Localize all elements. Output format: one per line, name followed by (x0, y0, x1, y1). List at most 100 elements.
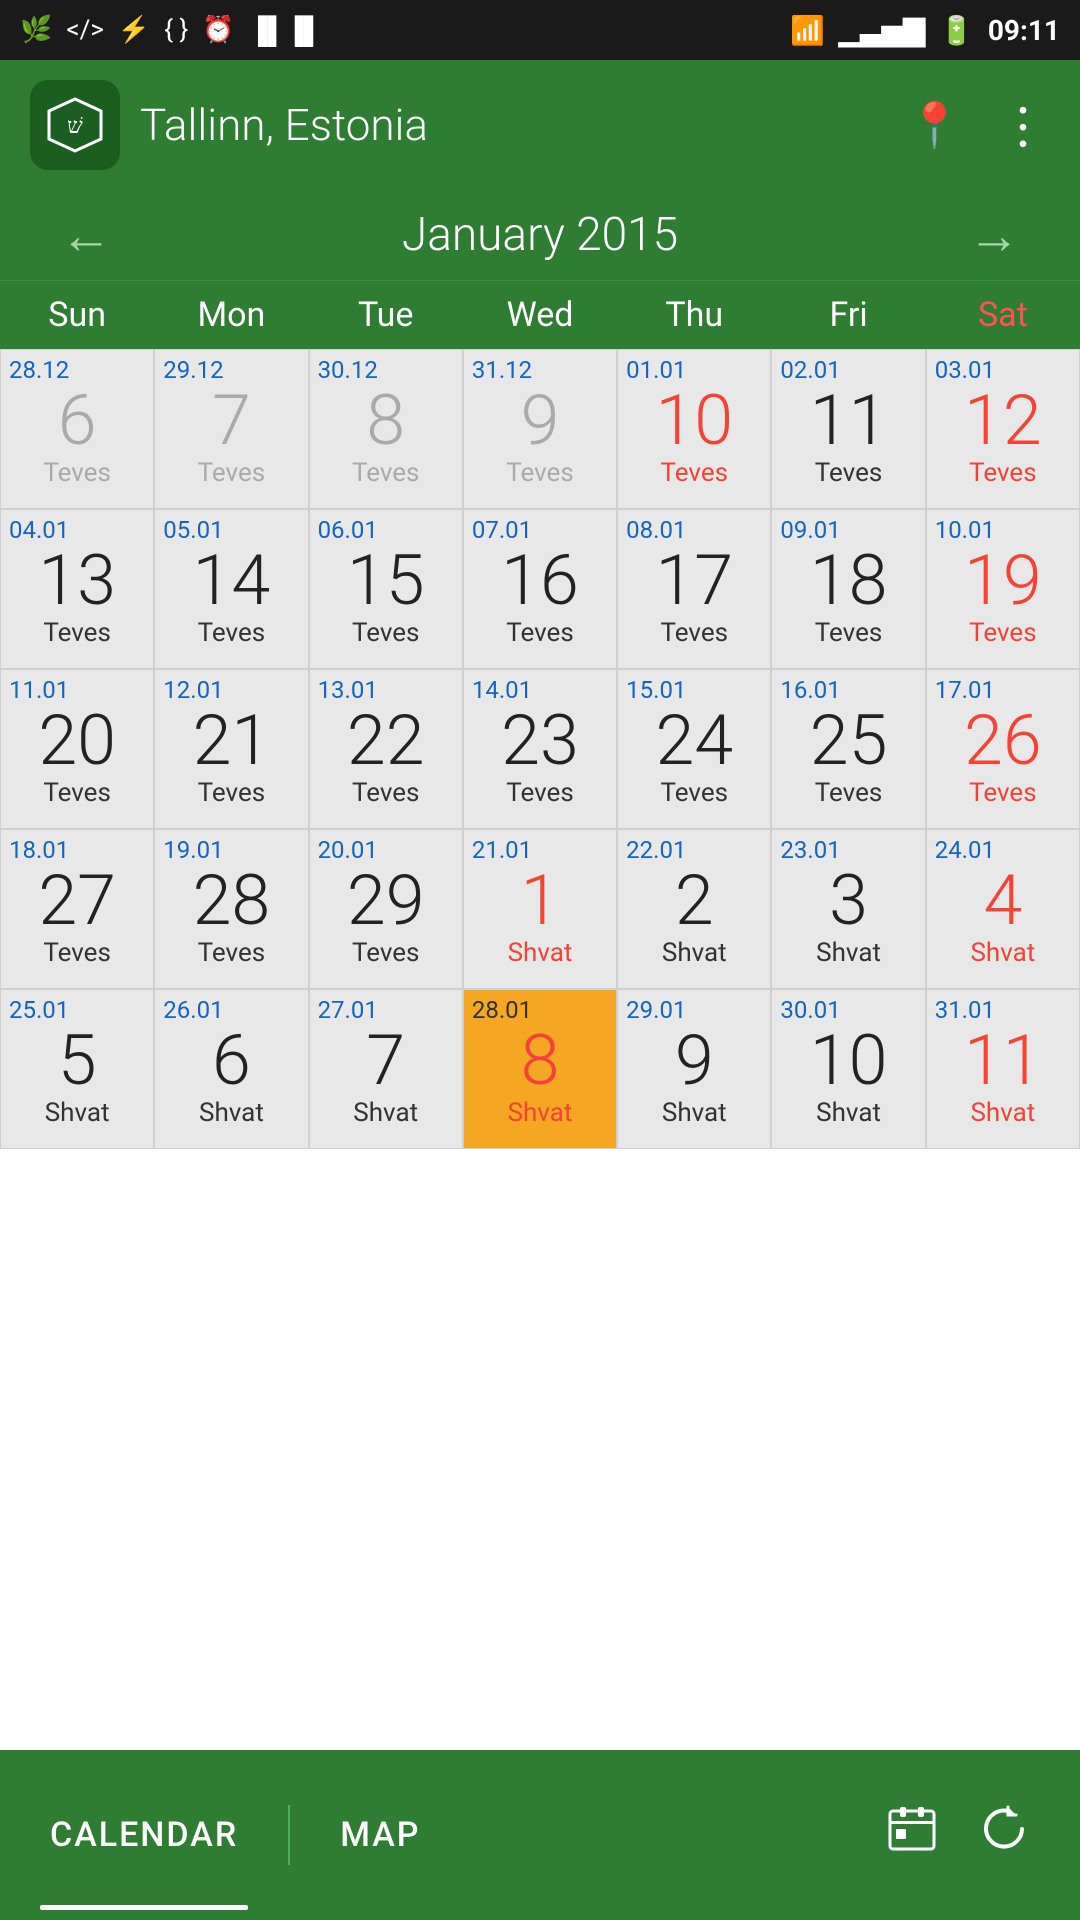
cal-cell[interactable]: 30.128Teves (309, 349, 463, 509)
main-date-number: 14 (193, 546, 271, 616)
cal-cell[interactable]: 14.0123Teves (463, 669, 617, 829)
cal-cell[interactable]: 29.019Shvat (617, 989, 771, 1149)
hebrew-month-label: Teves (815, 618, 883, 648)
cal-cell[interactable]: 23.013Shvat (771, 829, 925, 989)
month-year-label: January 2015 (132, 208, 948, 262)
hebrew-month-label: Shvat (508, 938, 573, 968)
main-date-number: 9 (521, 386, 560, 456)
hebrew-month-label: Teves (198, 458, 266, 488)
hebrew-month-label: Shvat (199, 1098, 264, 1128)
hebrew-month-label: Teves (352, 618, 420, 648)
main-date-number: 22 (347, 706, 425, 776)
cal-cell[interactable]: 26.016Shvat (154, 989, 308, 1149)
calendar-grid: 28.126Teves29.127Teves30.128Teves31.129T… (0, 349, 1080, 1149)
leaf-icon: 🌿 (20, 15, 52, 45)
cal-cell[interactable]: 27.017Shvat (309, 989, 463, 1149)
main-date-number: 1 (521, 866, 560, 936)
cal-cell[interactable]: 25.015Shvat (0, 989, 154, 1149)
main-date-number: 26 (964, 706, 1042, 776)
hebrew-month-label: Teves (352, 778, 420, 808)
cal-cell[interactable]: 19.0128Teves (154, 829, 308, 989)
main-date-number: 16 (501, 546, 579, 616)
main-date-number: 18 (810, 546, 888, 616)
cal-cell[interactable]: 12.0121Teves (154, 669, 308, 829)
cal-cell[interactable]: 15.0124Teves (617, 669, 771, 829)
hebrew-month-label: Shvat (45, 1098, 110, 1128)
header-sunday: Sun (0, 281, 154, 349)
cal-cell[interactable]: 13.0122Teves (309, 669, 463, 829)
hebrew-month-label: Shvat (508, 1098, 573, 1128)
wifi-icon: 📶 (790, 14, 825, 47)
main-date-number: 13 (38, 546, 116, 616)
location-title: Tallinn, Estonia (140, 99, 428, 151)
cal-cell[interactable]: 03.0112Teves (926, 349, 1080, 509)
cal-cell[interactable]: 31.129Teves (463, 349, 617, 509)
header-right-actions[interactable]: 📍 ︙ (907, 89, 1050, 161)
tab-calendar[interactable]: CALENDAR (0, 1750, 288, 1920)
cal-cell[interactable]: 18.0127Teves (0, 829, 154, 989)
next-month-button[interactable]: → (948, 205, 1040, 266)
cal-cell[interactable]: 10.0119Teves (926, 509, 1080, 669)
refresh-icon[interactable] (978, 1803, 1030, 1868)
main-date-number: 7 (366, 1026, 405, 1096)
main-date-number: 28 (193, 866, 271, 936)
cal-cell[interactable]: 28.126Teves (0, 349, 154, 509)
main-date-number: 27 (38, 866, 116, 936)
hebrew-month-label: Teves (198, 778, 266, 808)
header-saturday: Sat (926, 281, 1080, 349)
cal-cell[interactable]: 05.0114Teves (154, 509, 308, 669)
hebrew-month-label: Teves (43, 618, 111, 648)
usb-icon: ⚡ (118, 15, 150, 45)
cal-cell[interactable]: 30.0110Shvat (771, 989, 925, 1149)
hebrew-month-label: Teves (506, 778, 574, 808)
hebrew-month-label: Shvat (816, 938, 881, 968)
prev-month-button[interactable]: ← (40, 205, 132, 266)
cal-cell[interactable]: 02.0111Teves (771, 349, 925, 509)
code-icon: </> (66, 15, 104, 45)
app-logo: שׁ (30, 80, 120, 170)
main-date-number: 8 (366, 386, 405, 456)
main-date-number: 9 (675, 1026, 714, 1096)
hebrew-month-label: Teves (969, 458, 1037, 488)
status-left-icons: 🌿 </> ⚡ { } ⏰ ▐▌▐▌ (20, 15, 322, 46)
hebrew-month-label: Teves (815, 458, 883, 488)
cal-cell[interactable]: 04.0113Teves (0, 509, 154, 669)
main-date-number: 19 (964, 546, 1042, 616)
cal-cell[interactable]: 09.0118Teves (771, 509, 925, 669)
cal-cell[interactable]: 08.0117Teves (617, 509, 771, 669)
cal-cell[interactable]: 17.0126Teves (926, 669, 1080, 829)
cal-cell[interactable]: 01.0110Teves (617, 349, 771, 509)
hebrew-month-label: Shvat (816, 1098, 881, 1128)
hebrew-month-label: Teves (815, 778, 883, 808)
header-left: שׁ Tallinn, Estonia (30, 80, 428, 170)
cal-cell[interactable]: 20.0129Teves (309, 829, 463, 989)
hebrew-month-label: Shvat (970, 938, 1035, 968)
hebrew-month-label: Teves (506, 458, 574, 488)
location-pin-icon[interactable]: 📍 (907, 99, 962, 151)
hebrew-month-label: Teves (661, 778, 729, 808)
main-date-number: 6 (58, 386, 97, 456)
hebrew-month-label: Teves (969, 778, 1037, 808)
cal-cell[interactable]: 28.018Shvat (463, 989, 617, 1149)
main-date-number: 25 (810, 706, 888, 776)
cal-cell[interactable]: 06.0115Teves (309, 509, 463, 669)
tab-map[interactable]: MAP (290, 1750, 470, 1920)
cal-cell[interactable]: 29.127Teves (154, 349, 308, 509)
main-date-number: 11 (964, 1026, 1042, 1096)
main-date-number: 23 (501, 706, 579, 776)
cal-cell[interactable]: 07.0116Teves (463, 509, 617, 669)
calendar-today-icon[interactable] (886, 1803, 938, 1868)
svg-text:שׁ: שׁ (67, 113, 83, 138)
cal-cell[interactable]: 24.014Shvat (926, 829, 1080, 989)
cal-cell[interactable]: 21.011Shvat (463, 829, 617, 989)
calendar-grid-container: 28.126Teves29.127Teves30.128Teves31.129T… (0, 349, 1080, 1149)
hebrew-month-label: Teves (969, 618, 1037, 648)
more-options-icon[interactable]: ︙ (998, 89, 1050, 161)
main-date-number: 21 (193, 706, 271, 776)
header-friday: Fri (771, 281, 925, 349)
cal-cell[interactable]: 11.0120Teves (0, 669, 154, 829)
cal-cell[interactable]: 22.012Shvat (617, 829, 771, 989)
cal-cell[interactable]: 31.0111Shvat (926, 989, 1080, 1149)
header-wednesday: Wed (463, 281, 617, 349)
cal-cell[interactable]: 16.0125Teves (771, 669, 925, 829)
